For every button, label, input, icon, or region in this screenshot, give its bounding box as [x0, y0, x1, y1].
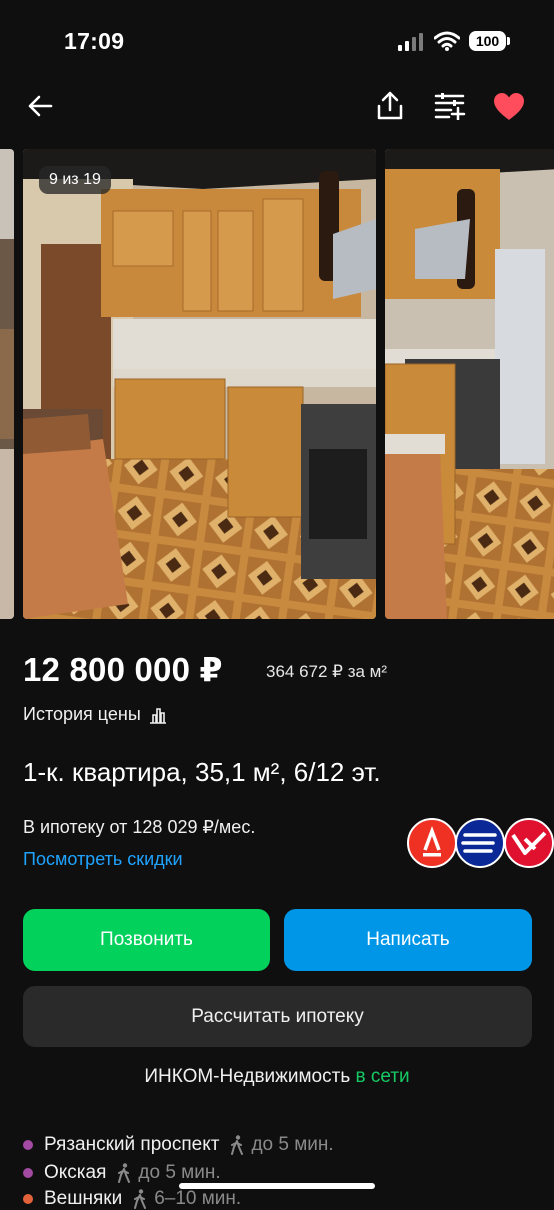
gallery-photo-current[interactable] [23, 149, 376, 619]
arrow-left-icon [28, 95, 53, 117]
metro-walk-time: до 5 мин. [229, 1134, 334, 1156]
battery-cap [507, 37, 510, 45]
price-per-sqm: 364 672 ₽ за м² [266, 662, 388, 681]
price-history-link[interactable]: История цены [23, 704, 167, 725]
seller-online-status: в сети [355, 1066, 410, 1087]
back-button[interactable] [22, 88, 58, 124]
gallery-photo-next[interactable] [385, 149, 554, 619]
write-message-button[interactable]: Написать [284, 909, 532, 971]
seller-name: ИНКОМ-Недвижимость [144, 1066, 351, 1087]
call-button[interactable]: Позвонить [23, 909, 270, 971]
cellular-signal-icon [398, 33, 424, 51]
home-indicator[interactable] [179, 1183, 375, 1189]
metro-station: Рязанский проспект до 5 мин. [23, 1134, 334, 1156]
heart-icon [494, 92, 524, 120]
compare-button[interactable] [431, 88, 469, 124]
metro-line-dot [23, 1140, 33, 1150]
walking-person-icon [134, 1189, 147, 1209]
share-icon [377, 91, 403, 120]
bank-logos[interactable] [407, 817, 554, 869]
alfa-bank-logo-icon [407, 818, 457, 868]
favorite-button[interactable] [490, 88, 528, 124]
listing-title: 1-к. квартира, 35,1 м², 6/12 эт. [23, 757, 381, 787]
listing-price: 12 800 000 ₽ [23, 651, 223, 688]
metro-walk-time: до 5 мин. [116, 1162, 221, 1184]
metro-station-name: Вешняки [44, 1188, 123, 1209]
calculate-mortgage-button[interactable]: Рассчитать ипотеку [23, 986, 532, 1047]
mortgage-offer: В ипотеку от 128 029 ₽/мес. [23, 817, 256, 837]
metro-line-dot [23, 1168, 33, 1178]
share-button[interactable] [372, 88, 408, 124]
metro-station-name: Окская [44, 1162, 107, 1183]
metro-station: Вешняки 6–10 мин. [23, 1188, 241, 1210]
status-time: 17:09 [64, 28, 125, 54]
view-discounts-link[interactable]: Посмотреть скидки [23, 849, 183, 870]
seller-info[interactable]: ИНКОМ-Недвижимость в сети [0, 1066, 554, 1088]
wifi-icon [434, 31, 460, 51]
battery-indicator: 100 [469, 31, 506, 51]
price-history-label: История цены [23, 704, 141, 724]
metro-walk-time: 6–10 мин. [132, 1188, 241, 1210]
walking-person-icon [231, 1135, 244, 1155]
bar-chart-icon [149, 707, 166, 724]
vtb-bank-logo-icon [455, 818, 505, 868]
photo-gallery[interactable] [0, 149, 554, 619]
metro-station: Окская до 5 мин. [23, 1162, 221, 1184]
gallery-photo-previous[interactable] [0, 149, 14, 619]
kitchen-photo-2 [385, 149, 554, 619]
walking-person-icon [118, 1163, 131, 1183]
compare-add-icon [434, 93, 466, 120]
photo-counter: 9 из 19 [39, 166, 111, 194]
metro-station-name: Рязанский проспект [44, 1134, 220, 1155]
kitchen-photo [23, 149, 376, 619]
mkb-bank-logo-icon [504, 818, 554, 868]
metro-line-dot [23, 1194, 33, 1204]
